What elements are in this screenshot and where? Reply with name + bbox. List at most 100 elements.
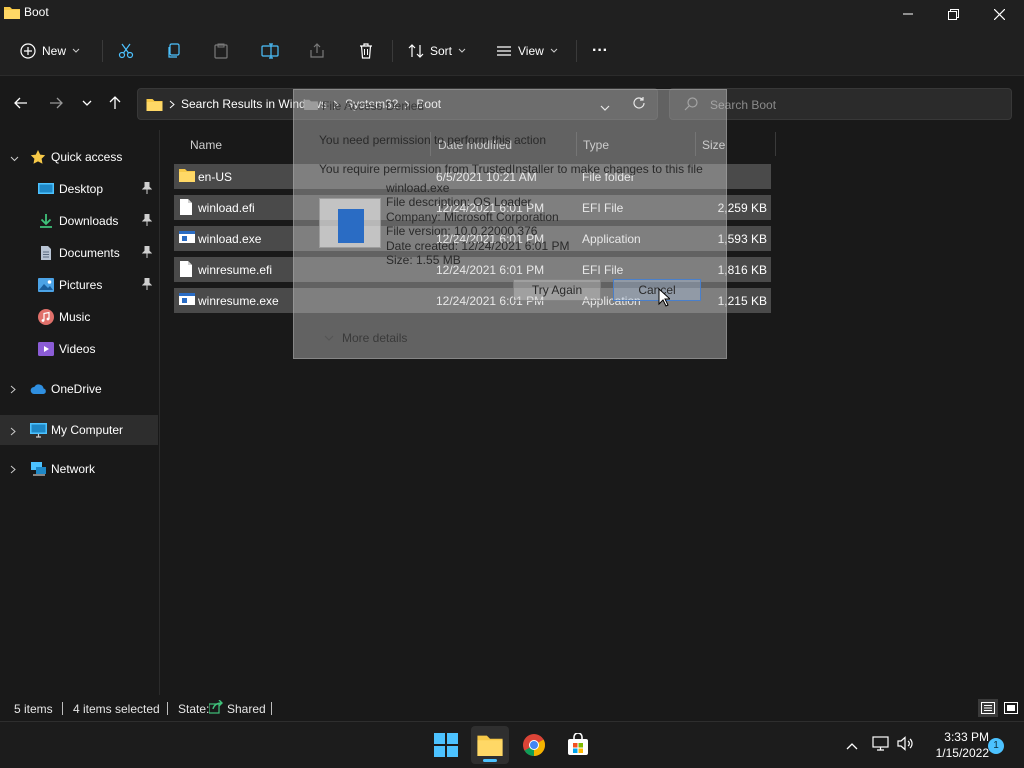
folder-icon (179, 168, 195, 185)
mouse-cursor-icon (658, 287, 672, 310)
state-value: Shared (227, 702, 266, 716)
file-name: winload.exe (198, 232, 262, 246)
downloads-icon (38, 213, 54, 232)
nav-my-computer[interactable]: My Computer (0, 415, 158, 445)
cancel-button[interactable]: Cancel (613, 279, 701, 301)
computer-icon (30, 422, 47, 441)
nav-desktop[interactable]: Desktop (0, 175, 158, 203)
chrome-icon (523, 734, 545, 756)
chevron-right-icon[interactable] (10, 463, 16, 477)
maximize-button[interactable] (930, 0, 976, 28)
sort-icon (408, 44, 424, 58)
nav-label: Documents (59, 246, 120, 260)
status-divider (271, 702, 272, 715)
paste-button[interactable] (213, 38, 229, 64)
more-details-toggle[interactable]: More details (324, 331, 407, 345)
trash-icon (360, 43, 372, 59)
dialog-file-created: Date created: 12/24/2021 6:01 PM (386, 239, 570, 253)
nav-label: Music (59, 310, 91, 324)
chevron-right-icon[interactable] (10, 383, 16, 397)
dialog-file-description: File description: OS Loader (386, 195, 532, 209)
desktop-icon (38, 181, 54, 200)
more-options-button[interactable]: ··· (592, 38, 608, 64)
file-name: winresume.exe (198, 294, 279, 308)
delete-button[interactable] (358, 38, 374, 64)
cut-button[interactable] (118, 38, 134, 64)
selection-count: 4 items selected (73, 702, 160, 716)
folder-icon (4, 5, 20, 22)
network-icon (30, 461, 47, 480)
nav-label: Pictures (59, 278, 103, 292)
arrow-right-icon (50, 97, 63, 109)
nav-network[interactable]: Network (0, 455, 158, 483)
network-status-icon[interactable] (872, 736, 889, 754)
copy-button[interactable] (166, 38, 182, 64)
chrome-taskbar-button[interactable] (515, 726, 553, 764)
minimize-button[interactable] (885, 0, 931, 28)
forward-button[interactable] (45, 92, 67, 114)
shared-icon (208, 699, 224, 717)
volume-icon[interactable] (897, 736, 914, 754)
hidden-icons-button[interactable] (846, 739, 858, 753)
dialog-file-name: winload.exe (386, 181, 450, 195)
new-button[interactable]: New (20, 38, 80, 64)
view-label: View (518, 44, 544, 58)
sort-button[interactable]: Sort (408, 38, 466, 64)
new-label: New (42, 44, 67, 58)
music-icon (38, 309, 54, 328)
dialog-file-company: Company: Microsoft Corporation (386, 210, 559, 224)
file-icon (179, 261, 193, 280)
command-bar: New Sort View ··· (0, 28, 1024, 76)
clipboard-icon (214, 43, 228, 59)
nav-label: Downloads (59, 214, 119, 228)
recent-locations-button[interactable] (76, 92, 98, 114)
view-button[interactable]: View (496, 38, 558, 64)
rename-icon (261, 43, 279, 59)
notification-badge[interactable]: 1 (988, 738, 1004, 754)
try-again-button[interactable]: Try Again (513, 279, 601, 301)
nav-onedrive[interactable]: OneDrive (0, 375, 158, 403)
details-view-button[interactable] (978, 699, 998, 717)
nav-label: OneDrive (51, 382, 102, 396)
windows-logo-icon (434, 733, 458, 757)
share-icon (310, 43, 324, 58)
chevron-right-icon[interactable] (10, 425, 16, 439)
title-bar: Boot (0, 0, 1024, 28)
back-button[interactable] (10, 92, 32, 114)
sort-label: Sort (430, 44, 453, 58)
file-name: en-US (198, 170, 233, 184)
tiles-view-button[interactable] (1001, 699, 1021, 717)
share-button[interactable] (309, 38, 325, 64)
scissors-icon (118, 43, 134, 59)
pin-icon (141, 213, 153, 229)
column-header-name[interactable]: Name (190, 138, 222, 152)
clock[interactable]: 3:33 PM 1/15/2022 (925, 729, 989, 761)
up-button[interactable] (104, 92, 126, 114)
nav-music[interactable]: Music (0, 303, 158, 331)
plus-circle-icon (20, 43, 36, 59)
copy-icon (168, 43, 180, 58)
rename-button[interactable] (261, 38, 279, 64)
nav-quick-access[interactable]: Quick access (0, 143, 158, 171)
dialog-message: You require permission from TrustedInsta… (319, 162, 703, 176)
view-list-icon (497, 46, 511, 56)
toolbar-divider (392, 40, 393, 62)
star-icon (30, 149, 46, 168)
chevron-down-icon (458, 48, 466, 53)
start-button[interactable] (427, 726, 465, 764)
pin-icon (141, 181, 153, 197)
column-divider[interactable] (775, 132, 776, 156)
file-explorer-taskbar-button[interactable] (471, 726, 509, 764)
nav-videos[interactable]: Videos (0, 335, 158, 363)
store-taskbar-button[interactable] (559, 726, 597, 764)
nav-pictures[interactable]: Pictures (0, 271, 158, 299)
videos-icon (38, 341, 54, 360)
chevron-down-icon (324, 335, 334, 341)
nav-label: Quick access (51, 150, 123, 164)
nav-documents[interactable]: Documents (0, 239, 158, 267)
file-name: winresume.efi (198, 263, 273, 277)
chevron-down-icon[interactable] (10, 151, 19, 165)
nav-downloads[interactable]: Downloads (0, 207, 158, 235)
details-view-icon (981, 702, 995, 714)
close-button[interactable] (976, 0, 1022, 28)
